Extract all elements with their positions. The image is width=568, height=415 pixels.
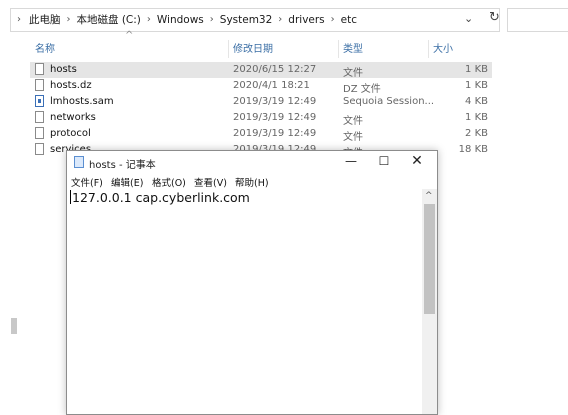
chevron-right-icon[interactable]: ›	[210, 14, 214, 25]
column-divider[interactable]	[428, 40, 429, 58]
file-icon	[35, 63, 44, 75]
editor-content-line: 127.0.0.1 cap.cyberlink.com	[70, 190, 250, 205]
chevron-right-icon[interactable]: ›	[67, 14, 71, 25]
file-row-hosts[interactable]: hosts 2020/6/15 12:27 文件 1 KB	[30, 62, 492, 79]
file-name: lmhosts.sam	[50, 96, 114, 107]
chevron-right-icon[interactable]: ›	[147, 14, 151, 25]
minimize-button[interactable]: —	[334, 151, 368, 173]
menu-help[interactable]: 帮助(H)	[235, 175, 269, 189]
file-size: 1 KB	[465, 64, 488, 75]
refresh-icon[interactable]: ↻	[489, 10, 500, 25]
column-divider[interactable]	[228, 40, 229, 58]
file-date: 2020/4/1 18:21	[233, 80, 310, 91]
file-size: 2 KB	[465, 128, 488, 139]
file-date: 2019/3/19 12:49	[233, 128, 317, 139]
breadcrumb-item[interactable]: 本地磁盘 (C:)	[77, 12, 141, 27]
editor-text: 127.0.0.1 cap.cyberlink.com	[72, 190, 250, 205]
file-row-networks[interactable]: networks 2019/3/19 12:49 文件 1 KB	[30, 110, 492, 127]
search-input[interactable]	[507, 8, 568, 32]
file-size: 1 KB	[465, 112, 488, 123]
column-header-date[interactable]: 修改日期	[233, 40, 273, 56]
notepad-icon	[74, 156, 84, 168]
file-size: 4 KB	[465, 96, 488, 107]
menu-bar: 文件(F) 编辑(E) 格式(O) 查看(V) 帮助(H)	[67, 173, 437, 189]
column-divider[interactable]	[338, 40, 339, 58]
breadcrumb-item[interactable]: etc	[341, 14, 357, 26]
chevron-down-icon[interactable]: ⌄	[464, 12, 473, 25]
chevron-right-icon[interactable]: ›	[278, 14, 282, 25]
menu-edit[interactable]: 编辑(E)	[111, 175, 143, 189]
file-name: networks	[50, 112, 96, 123]
breadcrumb-item[interactable]: System32	[220, 14, 273, 26]
menu-file[interactable]: 文件(F)	[71, 175, 103, 189]
address-bar-area: › 此电脑 › 本地磁盘 (C:) › Windows › System32 ›…	[0, 0, 568, 38]
breadcrumb-item[interactable]: drivers	[288, 14, 324, 26]
file-type: DZ 文件	[343, 84, 381, 95]
file-size: 1 KB	[465, 80, 488, 91]
file-date: 2019/3/19 12:49	[233, 112, 317, 123]
scroll-up-icon[interactable]: ^	[425, 191, 433, 201]
file-name: protocol	[50, 128, 91, 139]
column-header-name[interactable]: 名称	[35, 40, 55, 56]
chevron-right-icon[interactable]: ›	[331, 14, 335, 25]
file-icon	[35, 79, 44, 91]
close-button[interactable]: ✕	[400, 151, 434, 173]
file-date: 2020/6/15 12:27	[233, 64, 317, 75]
file-size: 18 KB	[458, 144, 488, 155]
file-name: hosts.dz	[50, 80, 92, 91]
breadcrumb: › 此电脑 › 本地磁盘 (C:) › Windows › System32 ›…	[17, 12, 357, 27]
menu-view[interactable]: 查看(V)	[194, 175, 227, 189]
file-name: hosts	[50, 64, 77, 75]
file-date: 2019/3/19 12:49	[233, 96, 317, 107]
file-row-lmhosts-sam[interactable]: lmhosts.sam 2019/3/19 12:49 Sequoia Sess…	[30, 94, 492, 110]
chevron-right-icon[interactable]: ›	[17, 14, 21, 25]
file-row-protocol[interactable]: protocol 2019/3/19 12:49 文件 2 KB	[30, 126, 492, 143]
navigation-pane-scrollbar[interactable]	[11, 318, 17, 334]
file-type: 文件	[343, 116, 363, 127]
vertical-scrollbar[interactable]: ^	[422, 189, 437, 414]
sam-file-icon	[35, 95, 44, 107]
sort-ascending-icon: ^	[125, 30, 134, 41]
text-editor-area[interactable]: 127.0.0.1 cap.cyberlink.com	[67, 189, 422, 414]
breadcrumb-item[interactable]: 此电脑	[29, 12, 61, 27]
address-bar[interactable]: › 此电脑 › 本地磁盘 (C:) › Windows › System32 ›…	[10, 8, 500, 32]
breadcrumb-item[interactable]: Windows	[157, 14, 204, 26]
file-type: 文件	[343, 132, 363, 143]
text-caret	[70, 190, 71, 204]
file-icon	[35, 111, 44, 123]
menu-format[interactable]: 格式(O)	[152, 175, 186, 189]
notepad-title-bar[interactable]: hosts - 记事本 — ☐ ✕	[67, 151, 437, 173]
maximize-button[interactable]: ☐	[367, 151, 401, 173]
column-header-type[interactable]: 类型	[343, 40, 363, 56]
window-title: hosts - 记事本	[89, 160, 156, 171]
file-row-hosts-dz[interactable]: hosts.dz 2020/4/1 18:21 DZ 文件 1 KB	[30, 78, 492, 95]
column-header-size[interactable]: 大小	[433, 40, 453, 56]
notepad-window: hosts - 记事本 — ☐ ✕ 文件(F) 编辑(E) 格式(O) 查看(V…	[66, 150, 438, 415]
file-icon	[35, 127, 44, 139]
file-type: Sequoia Session...	[343, 96, 435, 107]
file-type: 文件	[343, 68, 363, 79]
file-icon	[35, 143, 44, 155]
scrollbar-thumb[interactable]	[424, 204, 435, 314]
